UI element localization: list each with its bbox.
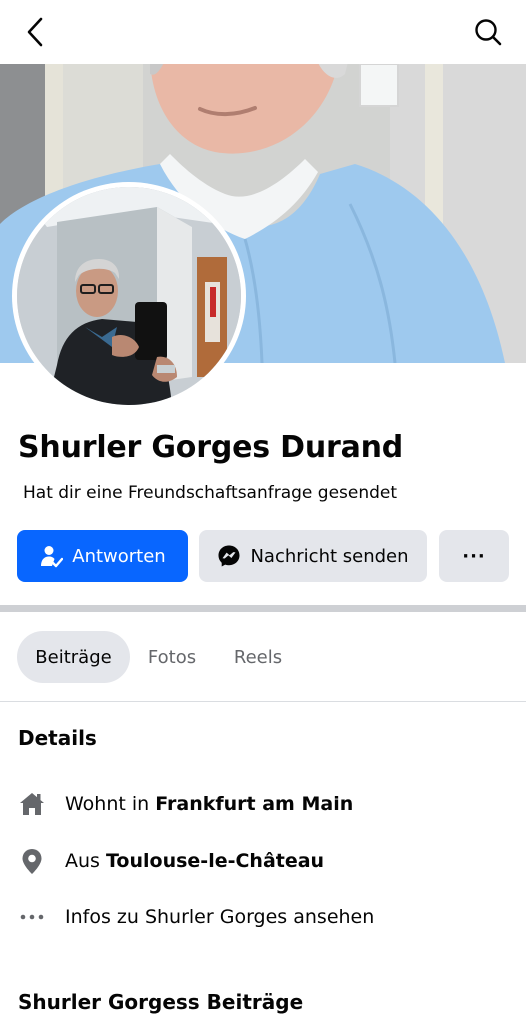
lives-in-prefix: Wohnt in [65, 793, 150, 815]
from-place[interactable]: Toulouse-le-Château [106, 850, 324, 872]
messenger-icon [217, 544, 241, 568]
ellipsis-icon [18, 903, 46, 931]
details-from: Aus Toulouse-le-Château [18, 843, 518, 879]
back-button[interactable] [18, 14, 52, 50]
lives-in-place[interactable]: Frankfurt am Main [155, 793, 353, 815]
more-options-button[interactable]: ··· [439, 530, 509, 582]
location-pin-icon [18, 847, 46, 875]
chevron-left-icon [27, 17, 43, 47]
send-message-button[interactable]: Nachricht senden [199, 530, 427, 582]
details-lives-in: Wohnt in Frankfurt am Main [18, 786, 518, 822]
posts-heading: Shurler Gorgess Beiträge [18, 990, 304, 1014]
profile-picture-frame[interactable] [12, 182, 246, 410]
see-info-text: Infos zu Shurler Gorges ansehen [65, 906, 375, 928]
respond-button-label: Antworten [72, 545, 166, 567]
friend-request-status: Hat dir eine Freundschaftsanfrage gesend… [23, 483, 398, 503]
search-button[interactable] [470, 14, 506, 50]
profile-tabs: Beiträge Fotos Reels [0, 612, 526, 702]
tab-reels[interactable]: Reels [220, 631, 296, 683]
tab-photos[interactable]: Fotos [135, 631, 209, 683]
search-icon [475, 19, 502, 46]
more-options-icon: ··· [462, 545, 486, 567]
top-bar [0, 0, 526, 64]
section-divider [0, 605, 526, 612]
avatar-image [17, 187, 241, 405]
details-see-info[interactable]: Infos zu Shurler Gorges ansehen [18, 899, 518, 935]
from-prefix: Aus [65, 850, 100, 872]
avatar [17, 187, 241, 405]
tabs-divider [0, 701, 526, 702]
home-icon [18, 790, 46, 818]
profile-name: Shurler Gorges Durand [18, 430, 404, 465]
person-check-icon [39, 544, 64, 568]
profile-actions: Antworten Nachricht senden ··· [17, 530, 509, 582]
details-heading: Details [18, 726, 97, 750]
send-message-label: Nachricht senden [250, 545, 409, 567]
respond-button[interactable]: Antworten [17, 530, 188, 582]
tab-posts[interactable]: Beiträge [17, 631, 130, 683]
